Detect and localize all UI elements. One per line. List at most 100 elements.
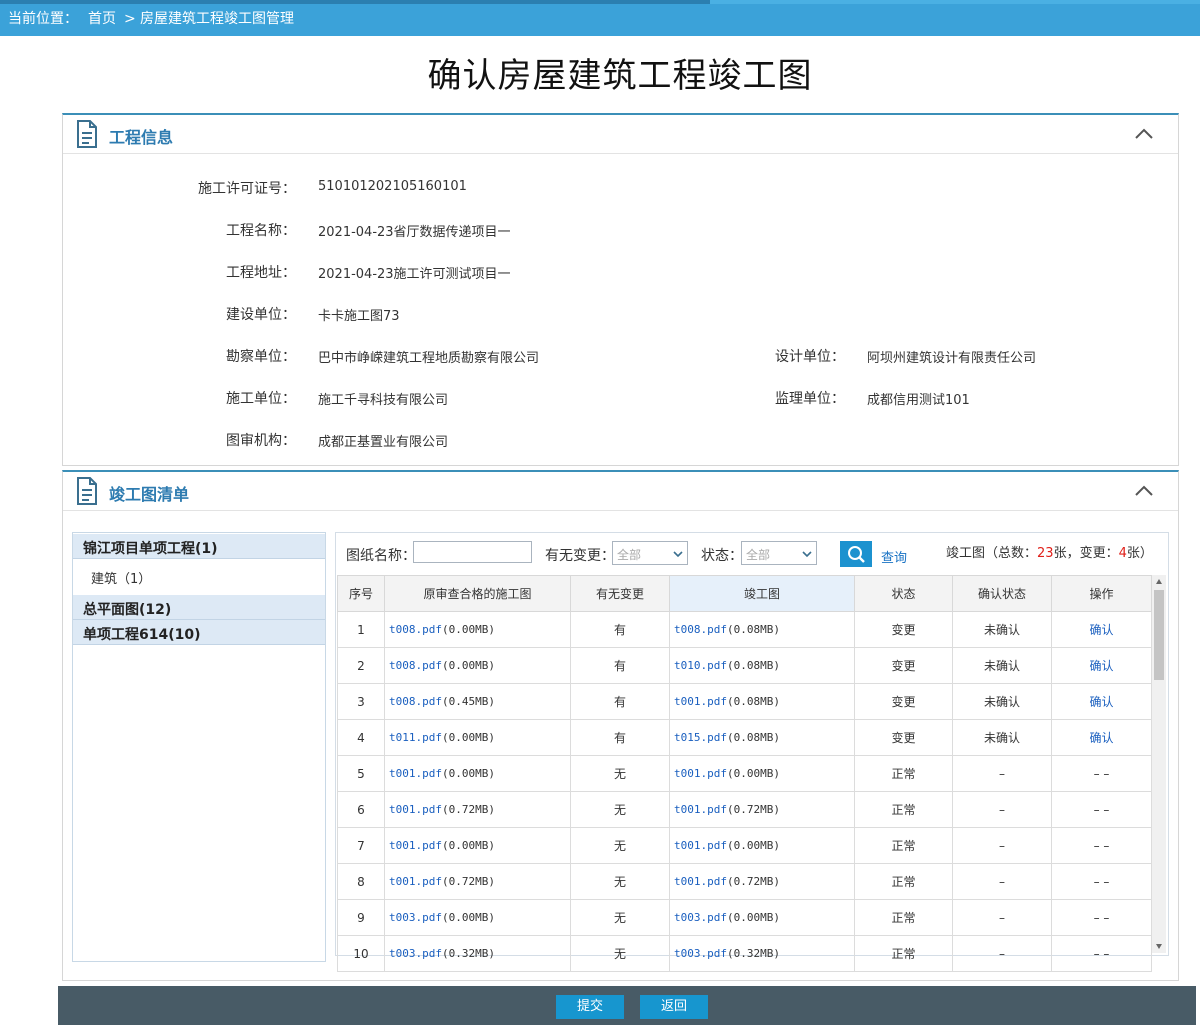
stats-prefix: 竣工图（总数： <box>946 546 1038 561</box>
row-index: 6 <box>337 791 385 828</box>
scrollbar-thumb[interactable] <box>1154 590 1164 680</box>
final-file-cell: t015.pdf(0.08MB) <box>669 719 855 756</box>
tree-group-jinjiang[interactable]: 锦江项目单项工程(1) <box>73 534 325 559</box>
change-filter-label: 有无变更： <box>545 548 615 564</box>
col-header-original: 原审查合格的施工图 <box>384 575 571 612</box>
confirm-link[interactable]: 确认 <box>1089 731 1113 745</box>
original-file-cell: t008.pdf(0.00MB) <box>384 611 571 648</box>
tree-group-label: 单项工程614(10) <box>83 627 201 643</box>
original-file-link[interactable]: t003.pdf <box>389 947 442 960</box>
stats-suffix: 张） <box>1126 546 1153 561</box>
original-file-link[interactable]: t011.pdf <box>389 731 442 744</box>
row-action[interactable]: 确认 <box>1051 611 1152 648</box>
change-select[interactable]: 全部 <box>612 541 688 565</box>
drawings-table: 序号 原审查合格的施工图 有无变更 竣工图 状态 确认状态 操作 1 t008.p… <box>337 575 1152 972</box>
row-action[interactable]: 确认 <box>1051 683 1152 720</box>
breadcrumb-current: 房屋建筑工程竣工图管理 <box>140 11 294 27</box>
row-action[interactable]: 确认 <box>1051 647 1152 684</box>
final-file-size: (0.08MB) <box>726 659 780 672</box>
row-status: 正常 <box>854 755 953 792</box>
row-status: 变更 <box>854 683 953 720</box>
confirm-link[interactable]: 确认 <box>1089 695 1113 709</box>
drawings-list: 图纸名称： 有无变更： 全部 状态： 全部 查询 竣工图（总数：23张，变更：4… <box>335 532 1169 972</box>
chevron-up-icon[interactable] <box>1134 482 1154 498</box>
confirm-status: – <box>952 755 1052 792</box>
original-file-link[interactable]: t008.pdf <box>389 659 442 672</box>
final-file-link[interactable]: t001.pdf <box>674 875 727 888</box>
original-file-link[interactable]: t008.pdf <box>389 695 442 708</box>
row-index: 1 <box>337 611 385 648</box>
change-flag: 无 <box>570 863 670 900</box>
breadcrumb-home-link[interactable]: 首页 <box>88 10 116 28</box>
row-status: 正常 <box>854 899 953 936</box>
final-file-cell: t001.pdf(0.08MB) <box>669 683 855 720</box>
tree-item-building[interactable]: 建筑（1） <box>91 568 151 587</box>
row-index: 10 <box>337 935 385 972</box>
final-file-size: (0.00MB) <box>726 839 780 852</box>
change-flag: 无 <box>570 755 670 792</box>
final-file-cell: t001.pdf(0.72MB) <box>669 863 855 900</box>
final-file-link[interactable]: t001.pdf <box>674 839 727 852</box>
final-file-link[interactable]: t008.pdf <box>674 623 727 636</box>
submit-button[interactable]: 提交 <box>556 995 624 1019</box>
original-file-link[interactable]: t003.pdf <box>389 911 442 924</box>
search-link[interactable]: 查询 <box>881 547 907 566</box>
confirm-status: – <box>952 827 1052 864</box>
chevron-up-icon[interactable] <box>1134 125 1154 141</box>
row-action[interactable]: 确认 <box>1051 719 1152 756</box>
original-file-size: (0.00MB) <box>441 911 495 924</box>
final-file-link[interactable]: t001.pdf <box>674 695 727 708</box>
stats-mid: 张，变更： <box>1053 546 1119 561</box>
final-file-link[interactable]: t001.pdf <box>674 803 727 816</box>
change-flag: 有 <box>570 719 670 756</box>
original-file-cell: t011.pdf(0.00MB) <box>384 719 571 756</box>
original-file-cell: t001.pdf(0.00MB) <box>384 755 571 792</box>
table-row: 6 t001.pdf(0.72MB) 无 t001.pdf(0.72MB) 正常 – – – <box>337 791 1152 828</box>
builder-value: 卡卡施工图73 <box>318 309 400 324</box>
drawing-name-input[interactable] <box>413 541 532 563</box>
original-file-link[interactable]: t001.pdf <box>389 875 442 888</box>
change-flag: 无 <box>570 899 670 936</box>
original-file-link[interactable]: t001.pdf <box>389 803 442 816</box>
back-button[interactable]: 返回 <box>640 995 708 1019</box>
scroll-up-arrow-icon[interactable] <box>1155 578 1163 586</box>
confirm-link[interactable]: 确认 <box>1089 659 1113 673</box>
construction-value: 施工千寻科技有限公司 <box>318 393 449 408</box>
row-index: 9 <box>337 899 385 936</box>
confirm-status: 未确认 <box>952 719 1052 756</box>
final-file-size: (0.32MB) <box>726 947 780 960</box>
final-file-size: (0.00MB) <box>726 767 780 780</box>
final-file-link[interactable]: t001.pdf <box>674 767 727 780</box>
project-address-label: 工程地址： <box>226 265 296 281</box>
search-button[interactable] <box>840 541 872 567</box>
status-select[interactable]: 全部 <box>741 541 817 565</box>
row-status: 正常 <box>854 863 953 900</box>
original-file-link[interactable]: t001.pdf <box>389 839 442 852</box>
tree-group-label: 锦江项目单项工程(1) <box>83 541 218 557</box>
row-status: 变更 <box>854 719 953 756</box>
change-flag: 无 <box>570 935 670 972</box>
document-icon <box>77 477 97 505</box>
action-placeholder: – – <box>1093 766 1110 781</box>
table-scrollbar[interactable] <box>1152 575 1166 953</box>
tree-group-project-614[interactable]: 单项工程614(10) <box>73 620 325 645</box>
tree-group-site-plan[interactable]: 总平面图(12) <box>73 595 325 620</box>
final-file-link[interactable]: t003.pdf <box>674 911 727 924</box>
table-body: 1 t008.pdf(0.00MB) 有 t008.pdf(0.08MB) 变更 未确认确… <box>337 611 1152 972</box>
confirm-link[interactable]: 确认 <box>1089 623 1113 637</box>
scroll-down-arrow-icon[interactable] <box>1155 942 1163 950</box>
original-file-link[interactable]: t008.pdf <box>389 623 442 636</box>
design-value: 阿坝州建筑设计有限责任公司 <box>867 351 1037 366</box>
original-file-link[interactable]: t001.pdf <box>389 767 442 780</box>
project-name-label: 工程名称： <box>226 223 296 239</box>
design-label: 设计单位： <box>775 349 845 365</box>
final-file-link[interactable]: t015.pdf <box>674 731 727 744</box>
table-row: 4 t011.pdf(0.00MB) 有 t015.pdf(0.08MB) 变更 未确认确… <box>337 719 1152 756</box>
final-file-size: (0.08MB) <box>726 695 780 708</box>
status-select-value: 全部 <box>746 548 771 562</box>
final-file-link[interactable]: t010.pdf <box>674 659 727 672</box>
change-flag: 有 <box>570 647 670 684</box>
final-file-link[interactable]: t003.pdf <box>674 947 727 960</box>
action-placeholder: – – <box>1093 946 1110 961</box>
action-bar: 提交 返回 <box>58 986 1196 1025</box>
